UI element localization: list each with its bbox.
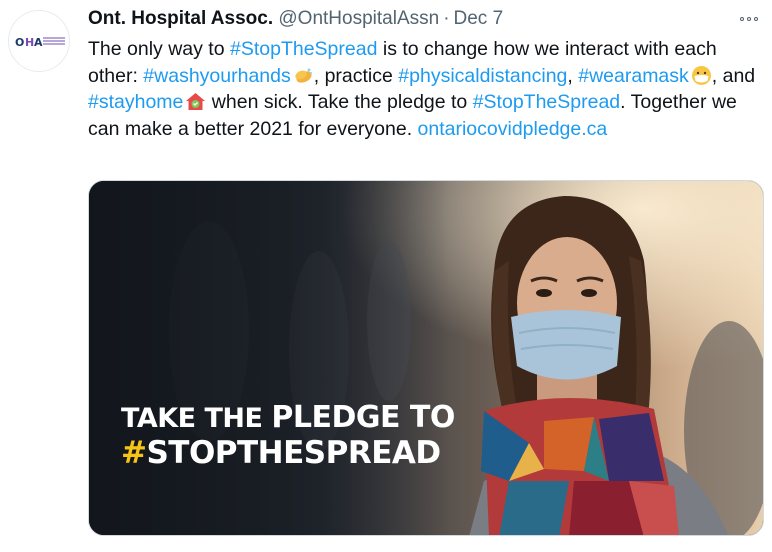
overlay-line2: STOPTHESPREAD bbox=[146, 435, 441, 471]
tweet-text: The only way to #StopTheSpread is to cha… bbox=[88, 36, 758, 142]
hands-emoji-icon bbox=[293, 65, 314, 86]
house-emoji-icon bbox=[185, 91, 206, 112]
tweet-media[interactable]: TAKE THE PLEDGE TO #STOPTHESPREAD bbox=[88, 180, 764, 536]
hashtag-link[interactable]: #StopTheSpread bbox=[230, 38, 377, 60]
author-handle[interactable]: @OntHospitalAssn bbox=[278, 8, 439, 29]
tweet-text-segment: when sick. Take the pledge to bbox=[206, 91, 473, 113]
more-options-icon[interactable] bbox=[738, 12, 760, 26]
logo-letter-o: O bbox=[15, 36, 25, 49]
hashtag-link[interactable]: #washyourhands bbox=[143, 65, 290, 87]
tweet-text-segment: , practice bbox=[313, 64, 399, 87]
overlay-hash: # bbox=[121, 435, 147, 471]
tweet-text-segment: The only way to bbox=[88, 38, 230, 60]
mask-face-emoji-icon bbox=[691, 65, 712, 86]
logo-letter-a: A bbox=[34, 36, 43, 49]
author-name[interactable]: Ont. Hospital Assoc. bbox=[88, 8, 273, 29]
pledge-overlay-text: TAKE THE PLEDGE TO #STOPTHESPREAD bbox=[121, 403, 455, 469]
logo-letter-h: H bbox=[25, 36, 35, 49]
avatar[interactable]: O H A bbox=[8, 10, 70, 72]
tweet-text-segment: , bbox=[567, 64, 579, 87]
tweet-date[interactable]: Dec 7 bbox=[454, 8, 504, 29]
tweet-header: Ont. Hospital Assoc. @OntHospitalAssn · De… bbox=[88, 8, 503, 32]
overlay-line1-pre: TAKE THE bbox=[121, 403, 272, 434]
tweet-text-segment: , and bbox=[711, 64, 756, 87]
header-separator: · bbox=[443, 8, 450, 29]
hashtag-link[interactable]: #stayhome bbox=[88, 91, 183, 113]
hashtag-link[interactable]: #wearamask bbox=[578, 65, 689, 87]
url-link[interactable]: ontariocovidpledge.ca bbox=[418, 118, 608, 140]
overlay-line1-big: PLEDGE TO bbox=[271, 400, 455, 435]
hashtag-link[interactable]: #physicaldistancing bbox=[398, 65, 567, 87]
photo-woman-wearing-mask bbox=[89, 181, 763, 535]
logo-subtext-icon bbox=[43, 36, 65, 46]
tweet-card[interactable]: O H A Ont. Hospital Assoc. @OntHospitalA… bbox=[0, 0, 772, 552]
hashtag-link[interactable]: #StopTheSpread bbox=[473, 91, 620, 113]
